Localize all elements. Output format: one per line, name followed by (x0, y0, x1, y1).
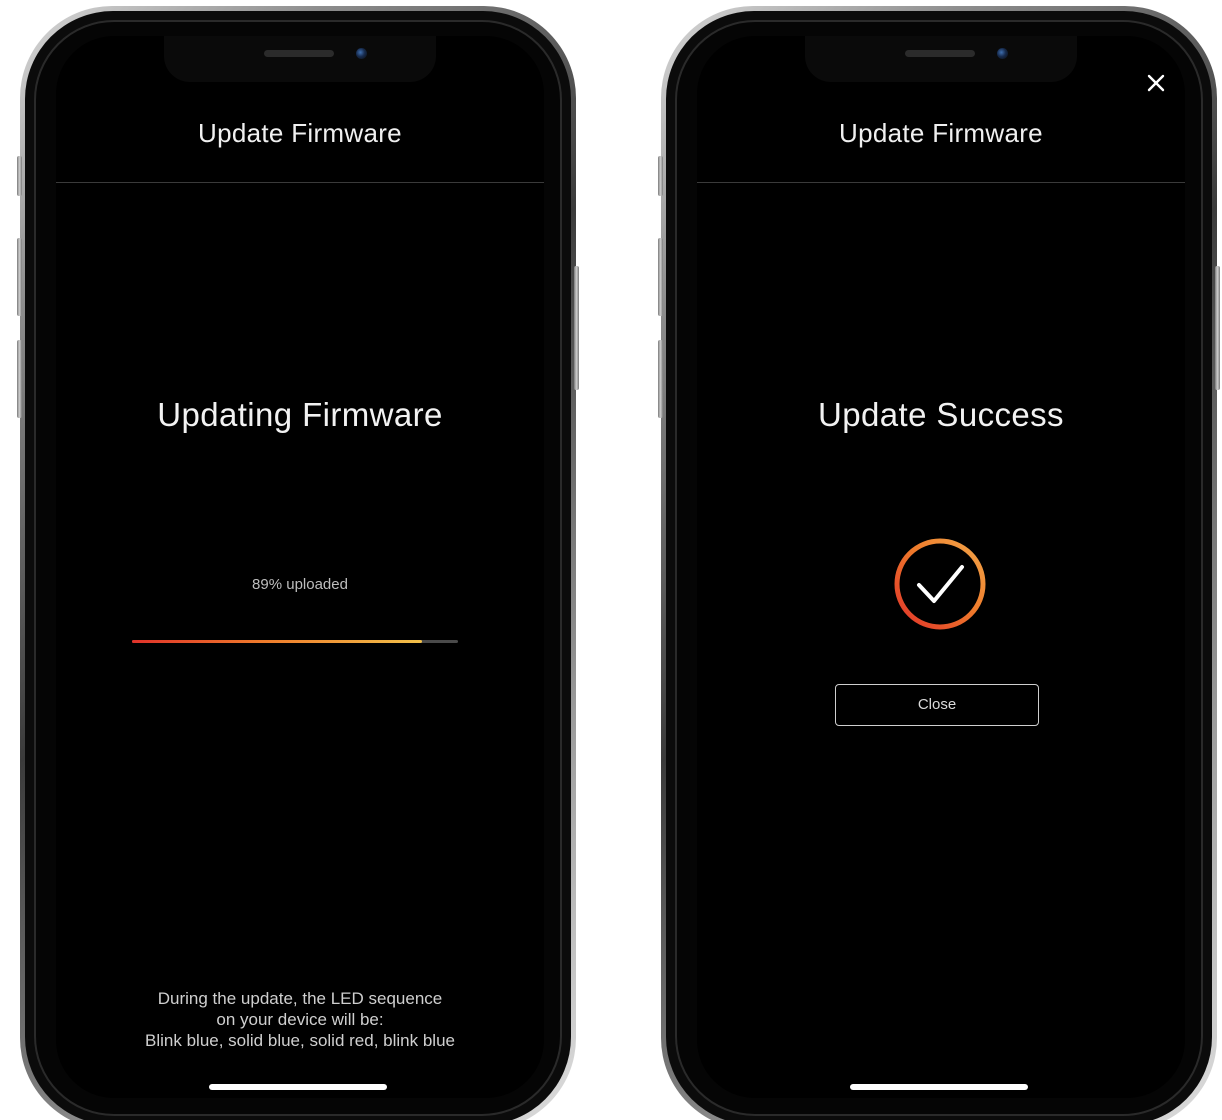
phone-updating: Update Firmware Updating Firmware 89% up… (17, 6, 579, 1120)
updating-title: Updating Firmware (157, 396, 443, 433)
speaker (264, 50, 334, 57)
mute-switch (17, 156, 22, 196)
progress-fill (132, 640, 423, 643)
notch (164, 36, 436, 82)
check-circle-icon (892, 536, 988, 632)
camera-icon (997, 48, 1008, 59)
home-indicator[interactable] (850, 1084, 1028, 1090)
close-button[interactable]: Close (835, 684, 1039, 726)
led-sequence-note: During the update, the LED sequence on y… (56, 988, 544, 1051)
notch (805, 36, 1077, 82)
progress-bar (132, 640, 458, 643)
speaker (905, 50, 975, 57)
home-indicator[interactable] (209, 1084, 387, 1090)
stage: Update Firmware Updating Firmware 89% up… (0, 0, 1222, 1120)
header-title: Update Firmware (839, 118, 1043, 148)
volume-up-button (658, 238, 663, 316)
close-icon[interactable] (1145, 72, 1167, 94)
camera-icon (356, 48, 367, 59)
note-line-2: on your device will be: (216, 1010, 384, 1029)
header-title: Update Firmware (198, 118, 402, 148)
note-line-3: Blink blue, solid blue, solid red, blink… (145, 1031, 455, 1050)
progress-label: 89% uploaded (252, 576, 348, 593)
volume-down-button (658, 340, 663, 418)
volume-down-button (17, 340, 22, 418)
screen-success: Update Firmware Update Success Close (697, 36, 1185, 1098)
screen-updating: Update Firmware Updating Firmware 89% up… (56, 36, 544, 1098)
success-title: Update Success (818, 396, 1064, 433)
mute-switch (658, 156, 663, 196)
phone-success: Update Firmware Update Success Close (658, 6, 1220, 1120)
power-button (574, 266, 579, 390)
volume-up-button (17, 238, 22, 316)
power-button (1215, 266, 1220, 390)
note-line-1: During the update, the LED sequence (157, 989, 443, 1008)
